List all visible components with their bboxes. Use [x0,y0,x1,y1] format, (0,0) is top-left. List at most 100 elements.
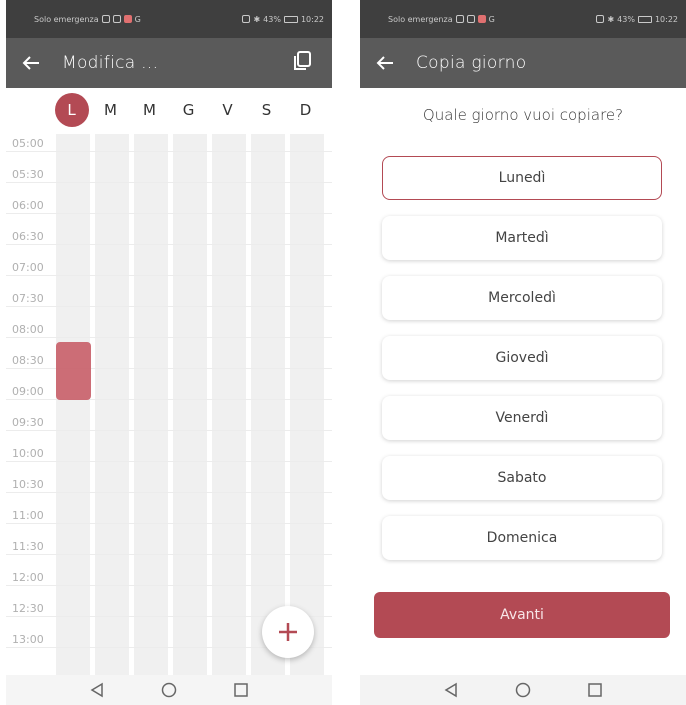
back-arrow-icon[interactable] [372,50,398,76]
time-label: 05:30 [12,168,44,181]
g-icon: G [488,14,495,24]
nav-recents-icon[interactable] [584,679,606,701]
nav-home-icon[interactable] [512,679,534,701]
weekday-3[interactable]: G [169,90,208,130]
app-icon [477,15,486,23]
nfc-icon [242,15,251,23]
plus-icon [279,623,297,641]
bluetooth-icon: ✱ [607,14,615,24]
weekday-2[interactable]: M [130,90,169,130]
weekday-label: V [222,101,233,119]
weekday-label: G [182,101,195,119]
time-gridline [6,337,332,338]
carrier-text: Solo emergenza [34,14,99,24]
time-label: 13:00 [12,633,44,646]
clock: 10:22 [654,14,678,24]
option-giovedi[interactable]: Giovedì [382,336,662,380]
time-gridline [6,151,332,152]
option-lunedi[interactable]: Lunedì [382,156,662,200]
status-bar: Solo emergenza G ✱ 43% 10:22 [6,0,332,38]
next-button[interactable]: Avanti [374,592,670,638]
time-label: 09:00 [12,385,44,398]
schedule-grid[interactable]: 05:00 05:30 06:00 06:30 07:00 07:30 08:00 08:30… [6,134,332,679]
back-arrow-icon[interactable] [18,50,44,76]
edit-schedule-screen: Solo emergenza G ✱ 43% 10:22 Modifica ..… [6,0,332,705]
time-label: 09:30 [12,416,44,429]
time-gridline [6,585,332,586]
time-label: 10:00 [12,447,44,460]
system-nav-bar [360,675,686,705]
system-nav-bar [6,675,332,705]
time-label: 12:00 [12,571,44,584]
battery-icon [283,15,298,23]
time-gridline [6,554,332,555]
add-button[interactable] [262,606,314,658]
nav-back-icon[interactable] [86,679,108,701]
time-label: 05:00 [12,137,44,150]
weekday-0[interactable]: L [52,90,91,130]
weekday-4[interactable]: V [208,90,247,130]
nav-recents-icon[interactable] [230,679,252,701]
time-gridline [6,182,332,183]
option-venerdi[interactable]: Venerdì [382,396,662,440]
schedule-event[interactable] [56,342,91,400]
time-label: 07:30 [12,292,44,305]
option-mercoledi[interactable]: Mercoledì [382,276,662,320]
day-column[interactable] [95,134,129,679]
question-text: Quale giorno vuoi copiare? [422,106,624,124]
weekday-label: D [299,101,312,119]
time-label: 10:30 [12,478,44,491]
status-bar: Solo emergenza G ✱ 43% 10:22 [360,0,686,38]
time-gridline [6,306,332,307]
wifi-icon [112,15,121,23]
time-gridline [6,368,332,369]
weekday-6[interactable]: D [286,90,325,130]
time-gridline [6,523,332,524]
option-martedi[interactable]: Martedì [382,216,662,260]
nfc-icon [596,15,605,23]
time-label: 07:00 [12,261,44,274]
option-domenica[interactable]: Domenica [382,516,662,560]
time-gridline [6,430,332,431]
day-column[interactable] [173,134,207,679]
day-column[interactable] [56,134,90,679]
day-column[interactable] [251,134,285,679]
weekday-5[interactable]: S [247,90,286,130]
weekday-1[interactable]: M [91,90,130,130]
weekday-label: M [143,101,156,119]
copy-day-screen: Solo emergenza G ✱ 43% 10:22 Copia giorn… [360,0,686,705]
time-label: 06:30 [12,230,44,243]
option-sabato[interactable]: Sabato [382,456,662,500]
carrier-text: Solo emergenza [388,14,453,24]
time-gridline [6,213,332,214]
time-gridline [6,492,332,493]
page-title: Modifica ... [62,53,159,73]
wifi-icon [466,15,475,23]
weekday-label: M [104,101,117,119]
weekday-header: LMMGVSD [52,90,332,130]
day-column[interactable] [212,134,246,679]
time-label: 06:00 [12,199,44,212]
time-gridline [6,244,332,245]
weekday-label: S [261,101,272,119]
weekday-label: L [54,93,89,127]
sim-icon [101,15,110,23]
time-gridline [6,275,332,276]
battery-percent: 43% [617,14,635,24]
copy-icon[interactable] [292,50,318,76]
bluetooth-icon: ✱ [253,14,261,24]
time-label: 11:00 [12,509,44,522]
g-icon: G [134,14,141,24]
nav-home-icon[interactable] [158,679,180,701]
time-label: 11:30 [12,540,44,553]
battery-percent: 43% [263,14,281,24]
day-column[interactable] [290,134,324,679]
app-bar: Copia giorno [360,38,686,88]
battery-icon [637,15,652,23]
clock: 10:22 [300,14,324,24]
time-gridline [6,461,332,462]
time-label: 08:00 [12,323,44,336]
app-bar: Modifica ... [6,38,332,88]
day-column[interactable] [134,134,168,679]
nav-back-icon[interactable] [440,679,462,701]
